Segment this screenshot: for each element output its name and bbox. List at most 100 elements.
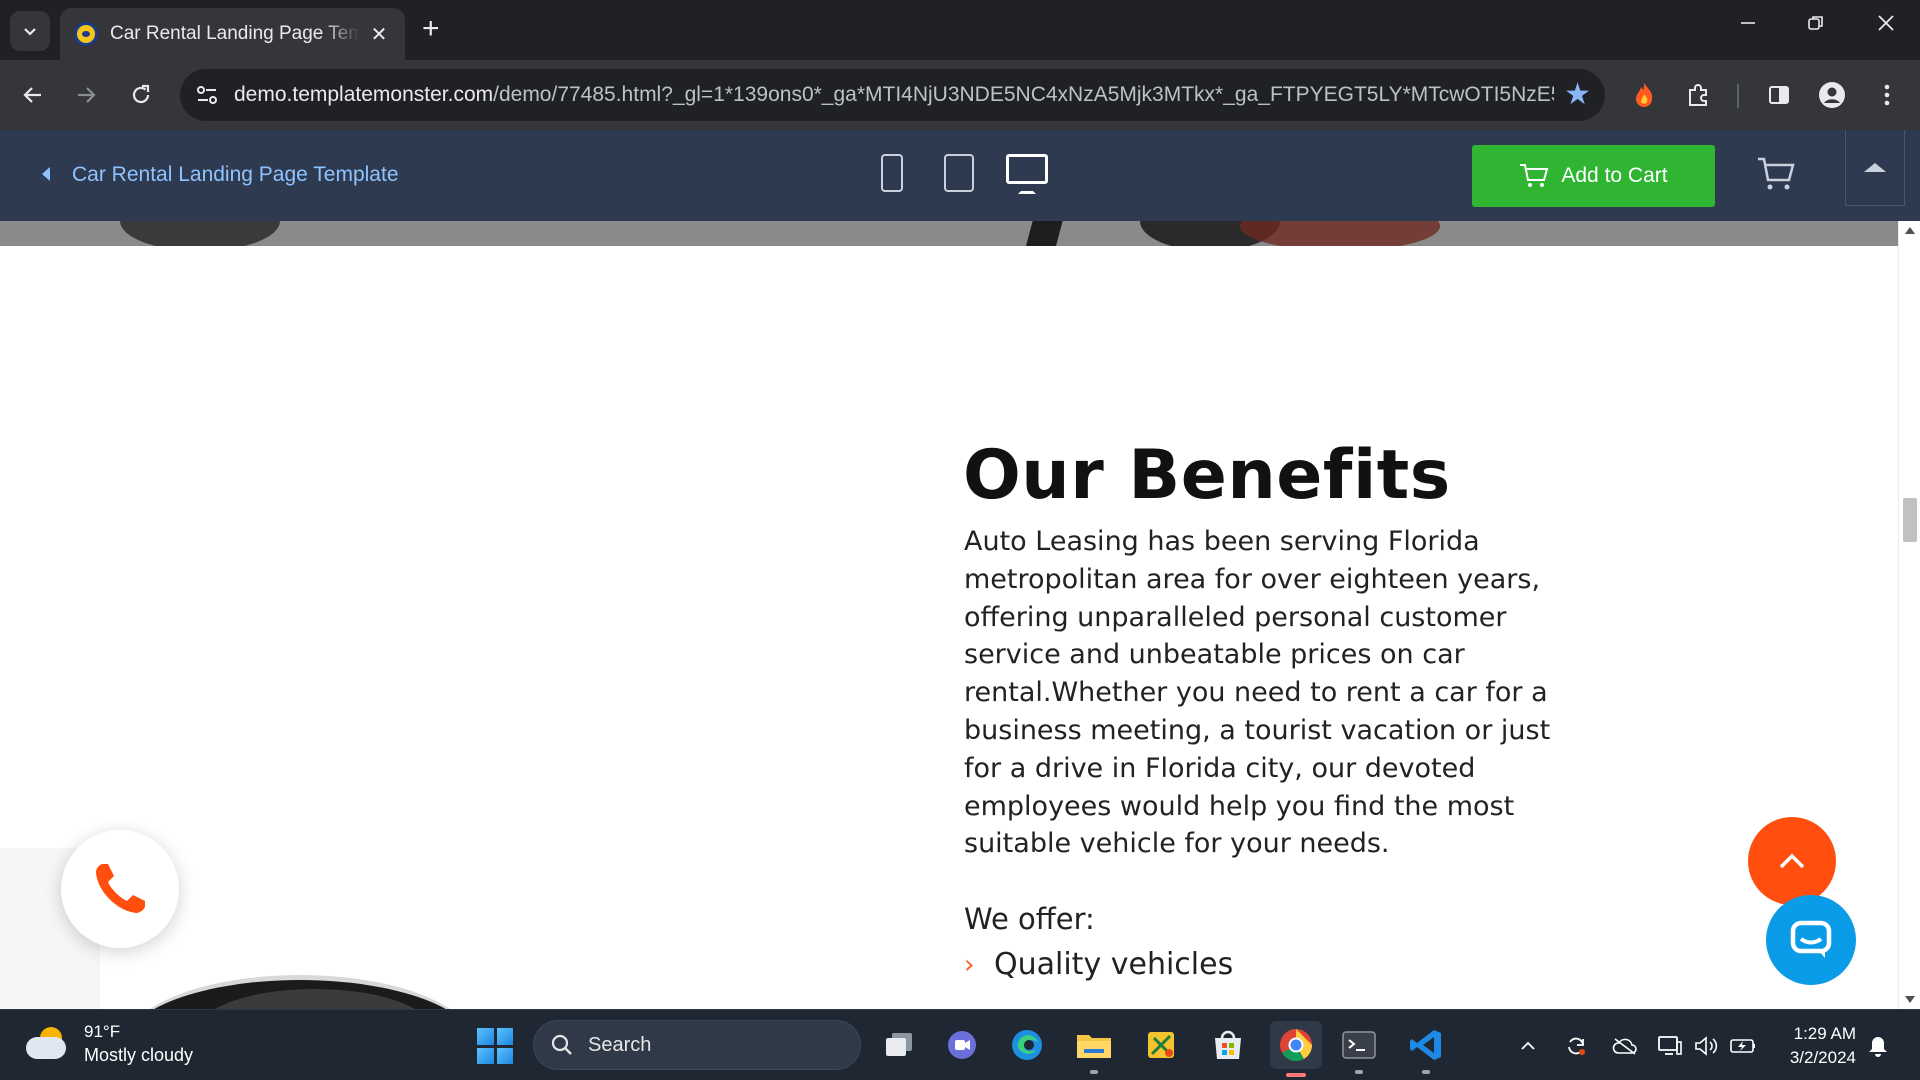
offer-item-label: Quality vehicles	[994, 947, 1234, 982]
snipping-tool-icon[interactable]	[1140, 1024, 1182, 1066]
site-favicon-icon	[74, 22, 98, 46]
chat-button[interactable]	[1766, 895, 1856, 985]
desktop-view-icon[interactable]	[1006, 154, 1048, 184]
hero-image-shape	[1021, 221, 1069, 246]
add-to-cart-label: Add to Cart	[1561, 164, 1668, 187]
restore-icon	[1808, 16, 1823, 30]
url-text: demo.templatemonster.com/demo/77485.html…	[234, 83, 1554, 107]
tablet-view-icon[interactable]	[944, 154, 974, 192]
forward-button[interactable]	[68, 77, 104, 113]
chrome-browser-icon[interactable]	[1270, 1021, 1322, 1077]
side-panel-icon[interactable]	[1761, 77, 1797, 113]
toolbar-divider	[1737, 84, 1739, 108]
app-running-indicator	[1090, 1070, 1098, 1074]
url-domain: demo.templatemonster.com	[234, 83, 494, 106]
reload-button[interactable]	[123, 77, 159, 113]
site-settings-icon[interactable]	[194, 82, 220, 108]
clock-date: 3/2/2024	[1789, 1048, 1856, 1067]
mobile-view-icon[interactable]	[881, 154, 903, 192]
tab-search-button[interactable]	[10, 11, 50, 51]
template-title-link[interactable]: Car Rental Landing Page Template	[72, 163, 399, 187]
section-heading: Our Benefits	[963, 436, 1451, 515]
weather-description: Mostly cloudy	[84, 1045, 194, 1065]
app-running-indicator	[1355, 1070, 1363, 1074]
terminal-icon[interactable]	[1338, 1024, 1380, 1074]
close-window-button[interactable]	[1866, 12, 1906, 38]
network-icon[interactable]	[1656, 1032, 1684, 1060]
minimize-icon	[1741, 22, 1755, 24]
weather-text: 91°F Mostly cloudy	[84, 1022, 193, 1066]
vscode-icon[interactable]	[1405, 1024, 1447, 1074]
scroll-down-icon[interactable]	[1905, 996, 1915, 1003]
chevron-up-icon	[1779, 853, 1805, 869]
add-to-cart-button[interactable]: Add to Cart	[1472, 145, 1715, 207]
caret-left-icon[interactable]	[42, 167, 50, 181]
offer-list: › Quality vehicles	[964, 947, 1233, 982]
url-path: /demo/77485.html?_gl=1*139ons0*_ga*MTI4N…	[493, 83, 1554, 106]
weather-temperature: 91°F	[84, 1022, 121, 1041]
taskbar-search[interactable]: Search	[533, 1020, 861, 1070]
reload-icon	[132, 84, 150, 104]
cart-icon	[1520, 164, 1549, 187]
cloudy-weather-icon	[26, 1027, 68, 1061]
volume-icon[interactable]	[1692, 1032, 1720, 1060]
start-button[interactable]	[477, 1028, 513, 1064]
page-viewport: Our Benefits Auto Leasing has been servi…	[0, 221, 1898, 1009]
benefits-paragraph: Auto Leasing has been serving Florida me…	[964, 526, 1551, 860]
collapse-bar-button[interactable]	[1845, 130, 1905, 206]
call-button[interactable]	[61, 830, 179, 948]
app-running-indicator	[1422, 1070, 1430, 1074]
show-hidden-icons-button[interactable]	[1514, 1032, 1542, 1060]
screen: Car Rental Landing Page Template ✕ + dem…	[0, 0, 1920, 1080]
cart-icon[interactable]	[1756, 156, 1796, 197]
list-item: › Quality vehicles	[964, 947, 1233, 982]
address-bar[interactable]: demo.templatemonster.com/demo/77485.html…	[180, 69, 1605, 121]
new-tab-button[interactable]: +	[422, 14, 440, 44]
system-clock[interactable]: 1:29 AM 3/2/2024	[1770, 1022, 1856, 1070]
minimize-button[interactable]	[1728, 12, 1768, 38]
sync-icon[interactable]	[1562, 1032, 1590, 1060]
phone-icon	[96, 864, 145, 913]
windows-taskbar: 91°F Mostly cloudy Search 1:29 AM 3/2/20…	[0, 1009, 1920, 1080]
search-placeholder: Search	[588, 1033, 652, 1056]
app-active-indicator	[1286, 1073, 1306, 1077]
kebab-menu-icon[interactable]	[1869, 77, 1905, 113]
task-view-icon[interactable]	[878, 1024, 920, 1066]
desktop-stand-icon	[1018, 186, 1036, 194]
hero-image-shape	[1240, 221, 1440, 246]
caret-up-icon	[1864, 163, 1886, 172]
extension-fire-icon[interactable]	[1626, 77, 1662, 113]
puzzle-icon[interactable]	[1681, 77, 1717, 113]
scroll-to-top-button[interactable]	[1748, 817, 1836, 905]
hero-image-bottom	[0, 221, 1898, 246]
edge-browser-icon[interactable]	[1006, 1024, 1048, 1066]
browser-tab-active[interactable]: Car Rental Landing Page Template ✕	[60, 8, 405, 60]
teams-chat-icon[interactable]	[941, 1024, 983, 1066]
tab-title: Car Rental Landing Page Template	[110, 23, 360, 44]
restore-button[interactable]	[1796, 12, 1836, 38]
template-preview-bar: Car Rental Landing Page Template Add to …	[0, 130, 1920, 221]
person-icon[interactable]	[1814, 77, 1850, 113]
weather-widget[interactable]: 91°F Mostly cloudy	[26, 1022, 193, 1066]
clock-time: 1:29 AM	[1793, 1024, 1856, 1043]
page-scrollbar[interactable]	[1898, 221, 1920, 1009]
notification-bell-icon[interactable]	[1864, 1032, 1892, 1060]
browser-tab-strip: Car Rental Landing Page Template ✕ +	[0, 0, 1920, 60]
close-icon	[1878, 15, 1894, 31]
chevron-right-icon: ›	[964, 949, 975, 980]
onedrive-icon[interactable]	[1611, 1032, 1639, 1060]
hero-image-shape	[120, 221, 280, 246]
star-icon[interactable]: ★	[1564, 77, 1591, 112]
back-button[interactable]	[15, 77, 51, 113]
file-explorer-icon[interactable]	[1073, 1024, 1115, 1074]
battery-charging-icon[interactable]	[1729, 1032, 1757, 1060]
scrollbar-thumb[interactable]	[1903, 498, 1917, 542]
arrow-right-icon	[78, 87, 96, 103]
arrow-left-icon	[23, 87, 41, 103]
search-icon	[551, 1034, 572, 1055]
chat-icon	[1790, 920, 1832, 958]
tab-close-button[interactable]: ✕	[367, 22, 391, 47]
scroll-up-icon[interactable]	[1905, 227, 1915, 234]
browser-toolbar: demo.templatemonster.com/demo/77485.html…	[0, 60, 1920, 130]
microsoft-store-icon[interactable]	[1207, 1024, 1249, 1066]
